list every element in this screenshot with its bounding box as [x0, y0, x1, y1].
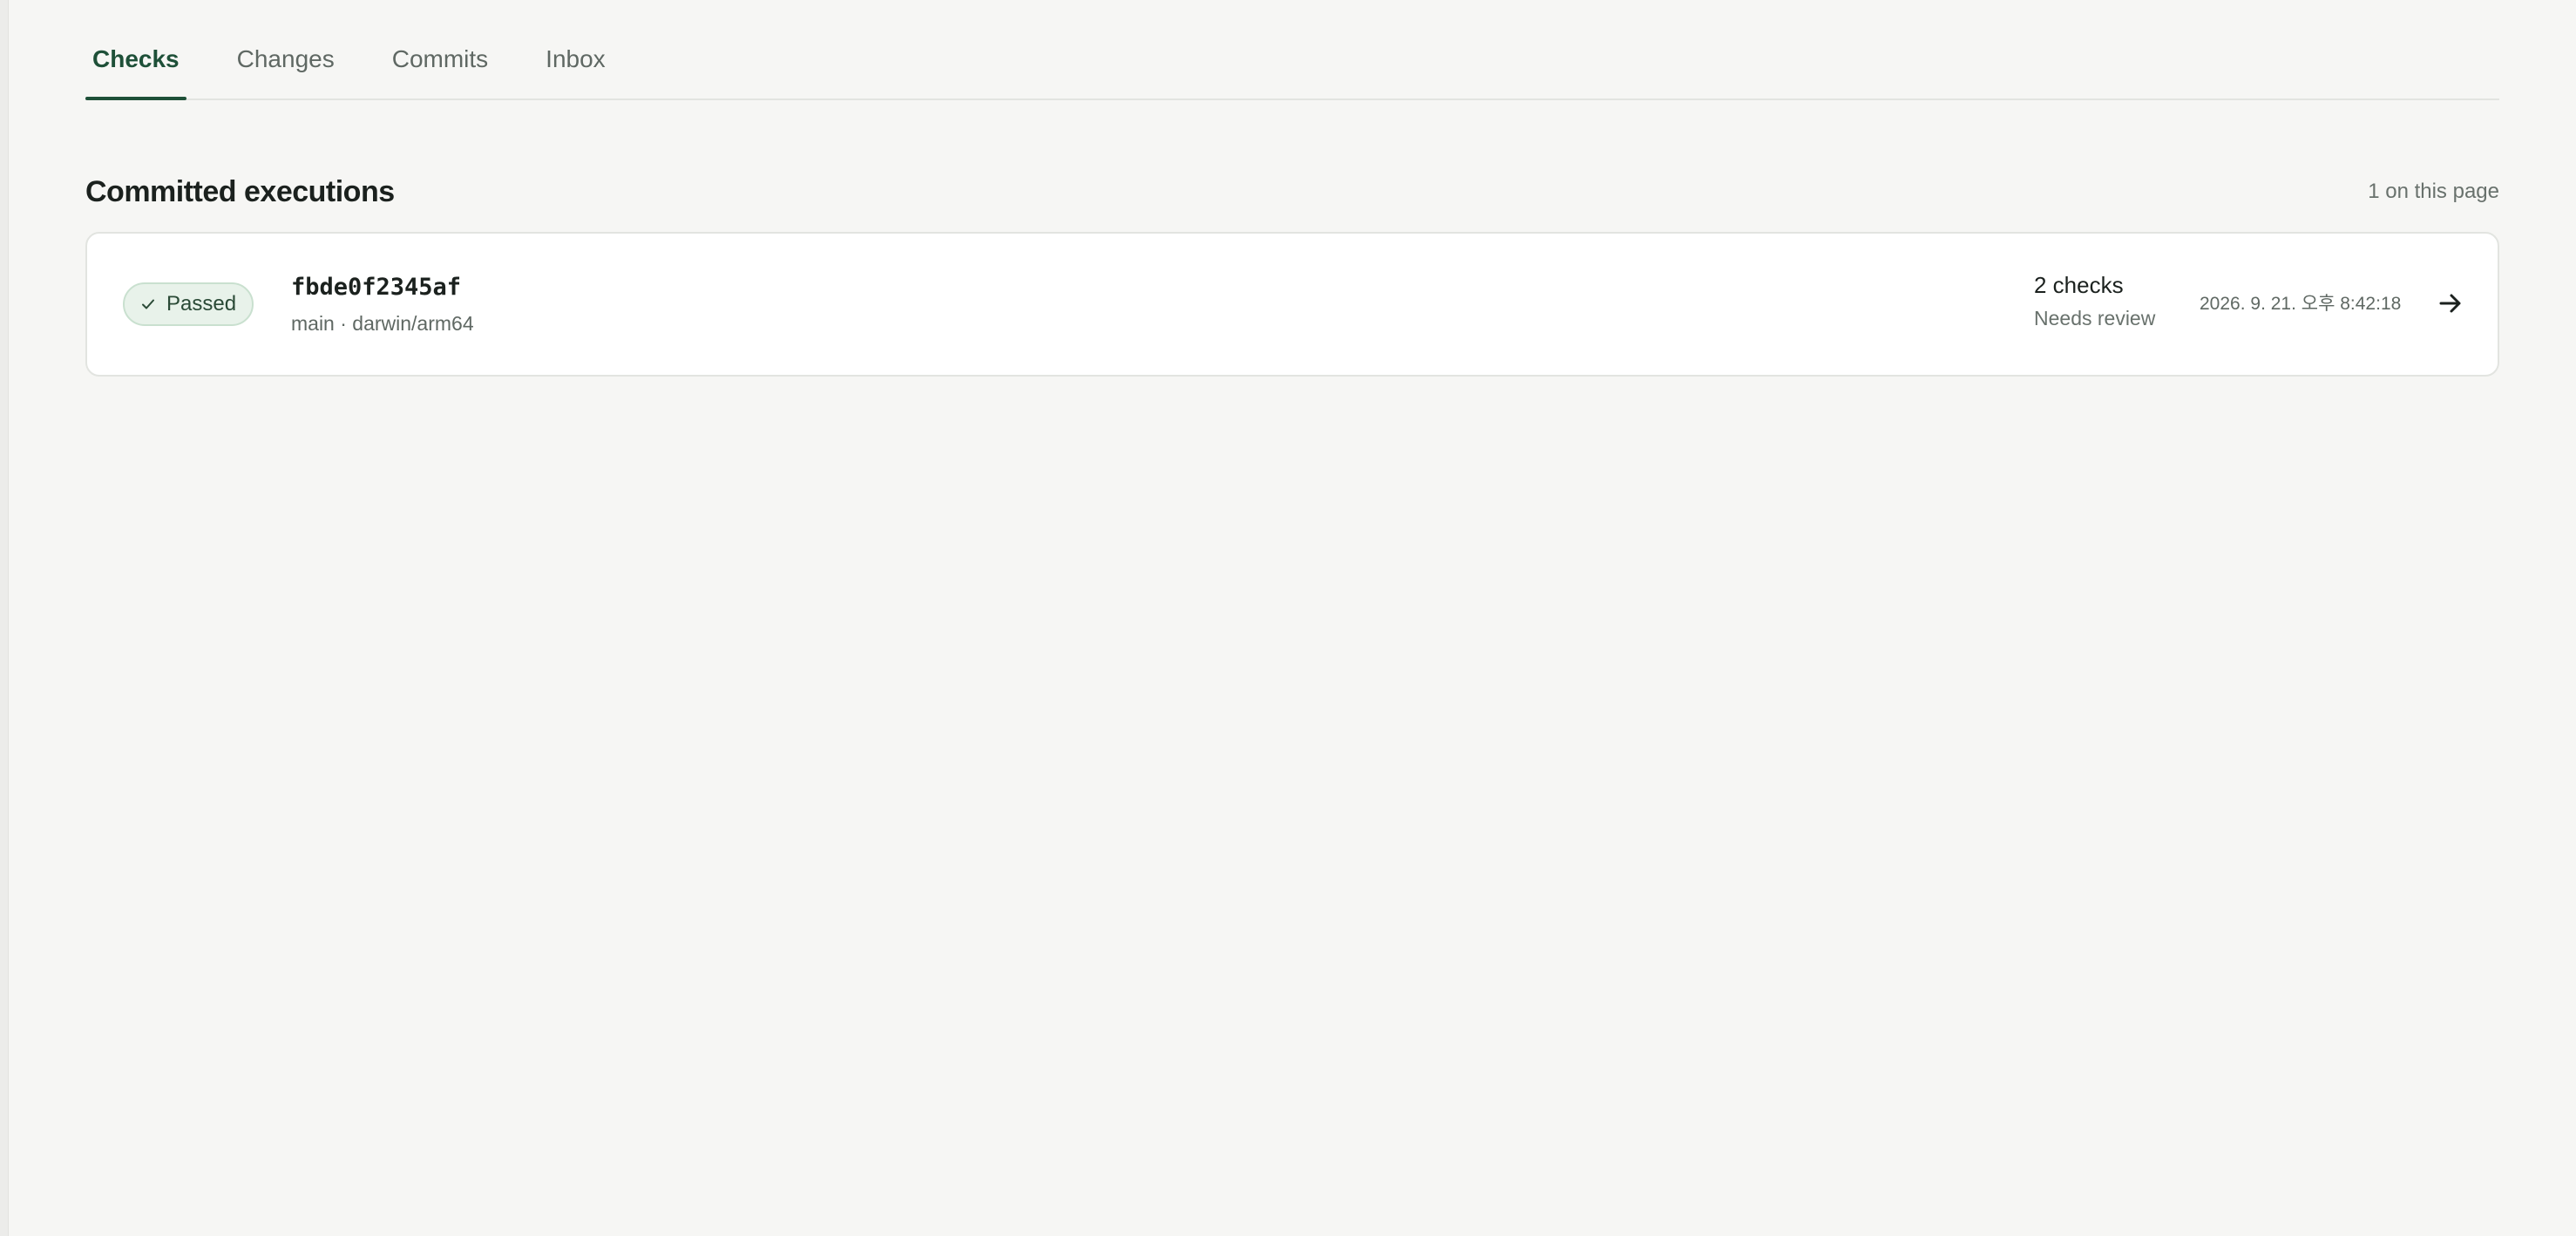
tab-checks[interactable]: Checks — [85, 0, 186, 100]
section-title: Committed executions — [85, 174, 395, 208]
commit-hash[interactable]: fbde0f2345af — [291, 272, 474, 303]
arrow-right-icon — [2437, 290, 2464, 321]
execution-row[interactable]: Passed fbde0f2345af main · darwin/arm64 … — [85, 232, 2499, 377]
section-header: Committed executions 1 on this page — [85, 171, 2499, 213]
commit-meta: main · darwin/arm64 — [291, 312, 474, 335]
main-content: Checks Changes Commits Inbox Committed e… — [85, 0, 2499, 377]
commit-info: fbde0f2345af main · darwin/arm64 — [291, 272, 474, 336]
tab-changes[interactable]: Changes — [230, 0, 342, 98]
tab-inbox[interactable]: Inbox — [539, 0, 613, 98]
execution-timestamp: 2026. 9. 21. 오후 8:42:18 — [2200, 294, 2402, 314]
status-label: Passed — [166, 292, 237, 316]
page-count: 1 on this page — [2368, 180, 2499, 203]
left-edge-divider — [0, 0, 9, 1236]
checks-count: 2 checks — [2034, 272, 2124, 298]
review-status: Needs review — [2034, 307, 2156, 329]
status-badge: Passed — [123, 282, 254, 326]
tab-bar: Checks Changes Commits Inbox — [85, 0, 2499, 100]
check-icon — [140, 296, 156, 312]
open-execution-button[interactable] — [2431, 286, 2470, 324]
checks-info: 2 checks Needs review — [2034, 270, 2155, 331]
tab-commits[interactable]: Commits — [385, 0, 495, 98]
